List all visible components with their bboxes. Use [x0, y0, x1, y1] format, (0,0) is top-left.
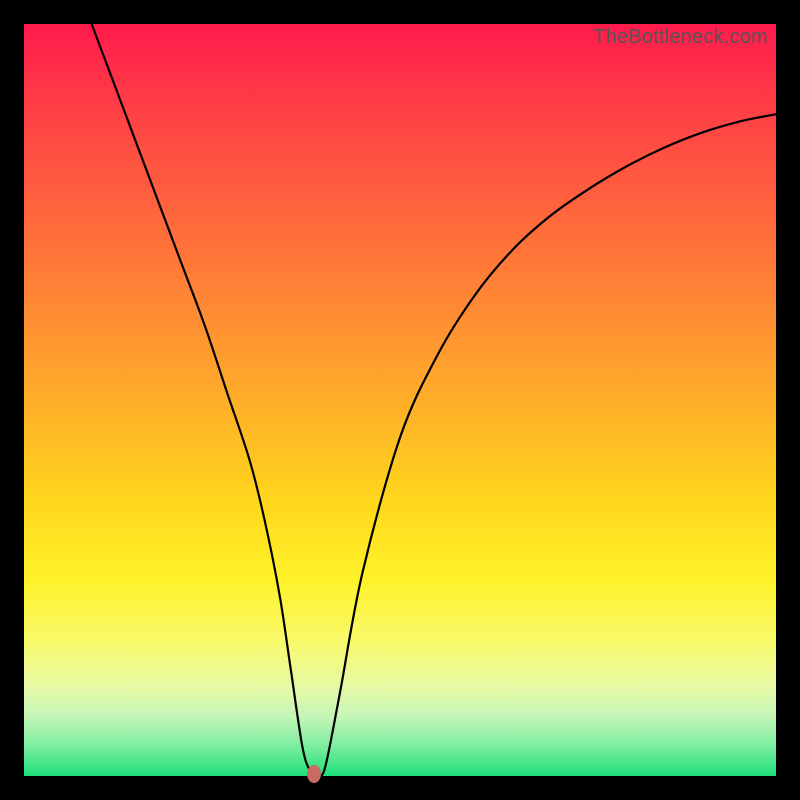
optimum-marker [307, 765, 321, 783]
bottleneck-curve [24, 24, 776, 776]
chart-frame: TheBottleneck.com [0, 0, 800, 800]
plot-area: TheBottleneck.com [24, 24, 776, 776]
